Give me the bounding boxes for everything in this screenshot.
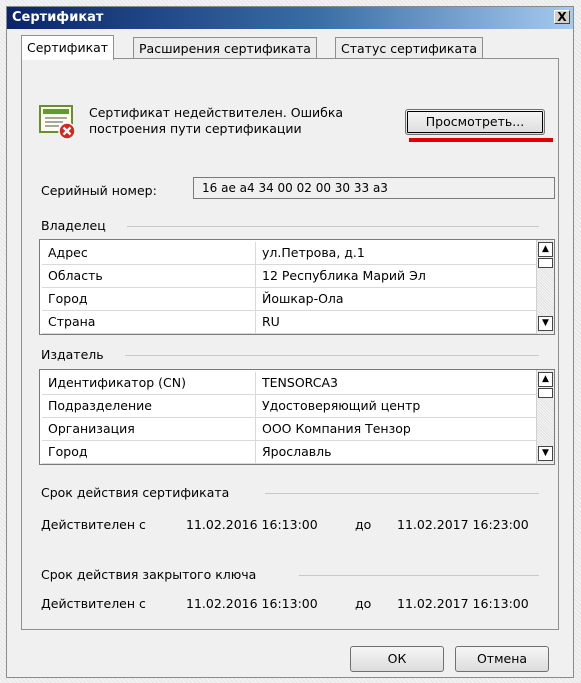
tab-certificate[interactable]: Сертификат bbox=[21, 35, 115, 60]
highlight-underline bbox=[409, 138, 553, 142]
tab-panel bbox=[21, 58, 559, 630]
issuer-divider bbox=[125, 355, 539, 356]
key-validity-divider bbox=[299, 575, 539, 576]
title-bar[interactable]: Сертификат X bbox=[7, 7, 573, 29]
owner-divider bbox=[127, 226, 539, 227]
issuer-value: ООО Компания Тензор bbox=[256, 418, 536, 441]
table-row[interactable]: Город Йошкар-Ола bbox=[42, 288, 536, 312]
scroll-thumb[interactable] bbox=[538, 388, 553, 398]
table-row[interactable]: Подразделение Удостоверяющий центр bbox=[42, 395, 536, 419]
issuer-value: Ярославль bbox=[256, 441, 536, 464]
table-row[interactable]: Идентификатор (CN) TENSORCA3 bbox=[42, 372, 536, 396]
issuer-scrollbar[interactable]: ▲ ▼ bbox=[536, 370, 554, 464]
cert-valid-to-label: до bbox=[355, 517, 372, 532]
table-row[interactable]: Страна RU bbox=[42, 311, 536, 334]
owner-value: 12 Республика Марий Эл bbox=[256, 265, 536, 288]
issuer-label: Издатель bbox=[41, 347, 110, 362]
status-message-line1: Сертификат недействителен. Ошибка bbox=[89, 105, 344, 120]
issuer-list[interactable]: Идентификатор (CN) TENSORCA3 Подразделен… bbox=[39, 369, 555, 465]
status-message: Сертификат недействителен. Ошибка постро… bbox=[89, 105, 389, 137]
owner-list[interactable]: Адрес ул.Петрова, д.1 Область 12 Республ… bbox=[39, 239, 555, 335]
scroll-up-icon[interactable]: ▲ bbox=[538, 242, 553, 257]
cancel-button[interactable]: Отмена bbox=[455, 646, 549, 672]
issuer-value: TENSORCA3 bbox=[256, 372, 536, 395]
owner-key: Город bbox=[42, 288, 256, 311]
scroll-down-icon[interactable]: ▼ bbox=[538, 316, 553, 331]
serial-number-label: Серийный номер: bbox=[41, 183, 157, 198]
issuer-key: Город bbox=[42, 441, 256, 464]
cert-valid-to: 11.02.2017 16:23:00 bbox=[397, 517, 529, 532]
owner-key: Область bbox=[42, 265, 256, 288]
key-validity-row: Действителен с 11.02.2016 16:13:00 до 11… bbox=[41, 596, 561, 614]
table-row[interactable]: Адрес ул.Петрова, д.1 bbox=[42, 242, 536, 266]
tab-extensions[interactable]: Расширения сертификата bbox=[133, 37, 317, 59]
scroll-down-icon[interactable]: ▼ bbox=[538, 446, 553, 461]
owner-value: RU bbox=[256, 311, 536, 334]
cert-valid-from: 11.02.2016 16:13:00 bbox=[186, 517, 318, 532]
ok-button[interactable]: ОК bbox=[350, 646, 444, 672]
owner-value: Йошкар-Ола bbox=[256, 288, 536, 311]
key-valid-from: 11.02.2016 16:13:00 bbox=[186, 596, 318, 611]
close-button[interactable]: X bbox=[554, 10, 570, 24]
owner-label: Владелец bbox=[41, 218, 112, 233]
issuer-value: Удостоверяющий центр bbox=[256, 395, 536, 418]
cert-validity-divider bbox=[265, 493, 539, 494]
certificate-dialog: Сертификат X Сертификат Расширения серти… bbox=[6, 6, 574, 678]
owner-key: Страна bbox=[42, 311, 256, 334]
issuer-key: Организация bbox=[42, 418, 256, 441]
view-certificate-button[interactable]: Просмотреть... bbox=[405, 109, 545, 135]
cert-valid-from-label: Действителен с bbox=[41, 517, 146, 532]
cert-validity-label: Срок действия сертификата bbox=[41, 485, 236, 500]
status-message-line2: построения пути сертификации bbox=[89, 121, 302, 136]
table-row[interactable]: Город Ярославль bbox=[42, 441, 536, 464]
key-valid-to: 11.02.2017 16:13:00 bbox=[397, 596, 529, 611]
table-row[interactable]: Область 12 Республика Марий Эл bbox=[42, 265, 536, 289]
serial-number-field[interactable]: 16 ae a4 34 00 02 00 30 33 a3 bbox=[193, 177, 555, 199]
key-valid-from-label: Действителен с bbox=[41, 596, 146, 611]
owner-key: Адрес bbox=[42, 242, 256, 265]
owner-scrollbar[interactable]: ▲ ▼ bbox=[536, 240, 554, 334]
scroll-thumb[interactable] bbox=[538, 258, 553, 268]
table-row[interactable]: Организация ООО Компания Тензор bbox=[42, 418, 536, 442]
certificate-error-icon bbox=[39, 105, 76, 140]
issuer-key: Идентификатор (CN) bbox=[42, 372, 256, 395]
owner-value: ул.Петрова, д.1 bbox=[256, 242, 536, 265]
issuer-key: Подразделение bbox=[42, 395, 256, 418]
window-title: Сертификат bbox=[12, 10, 104, 25]
key-validity-label: Срок действия закрытого ключа bbox=[41, 567, 263, 582]
scroll-up-icon[interactable]: ▲ bbox=[538, 372, 553, 387]
key-valid-to-label: до bbox=[355, 596, 372, 611]
cert-validity-row: Действителен с 11.02.2016 16:13:00 до 11… bbox=[41, 517, 561, 535]
tab-status[interactable]: Статус сертификата bbox=[335, 37, 484, 59]
